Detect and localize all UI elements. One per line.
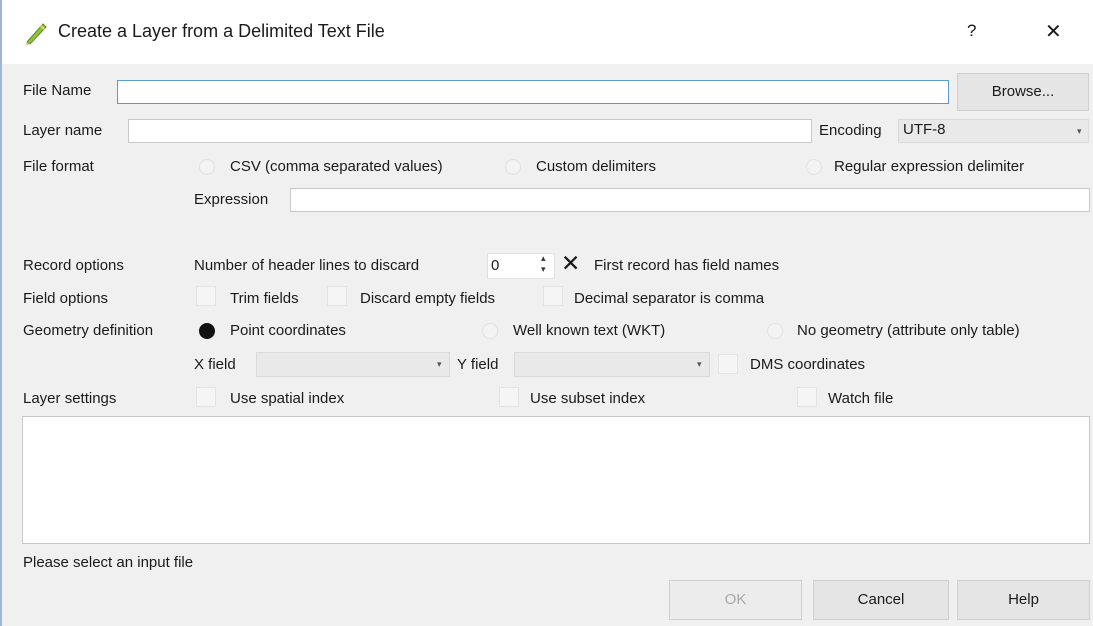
dialog-window: Create a Layer from a Delimited Text Fil… bbox=[0, 0, 1093, 626]
expression-label: Expression bbox=[194, 191, 269, 208]
x-field-select[interactable]: ▾ bbox=[256, 352, 450, 377]
custom-delimiters-label: Custom delimiters bbox=[536, 158, 657, 175]
decimal-comma-checkbox[interactable] bbox=[543, 286, 563, 306]
trim-fields-label: Trim fields bbox=[230, 290, 299, 307]
dms-coordinates-label: DMS coordinates bbox=[750, 356, 866, 373]
ok-button[interactable]: OK bbox=[669, 580, 802, 620]
watch-file-checkbox[interactable] bbox=[797, 387, 817, 407]
no-geometry-radio[interactable] bbox=[767, 323, 783, 339]
spin-down-icon[interactable]: ▾ bbox=[541, 264, 546, 275]
help-question-icon[interactable]: ? bbox=[967, 21, 976, 41]
discard-empty-checkbox[interactable] bbox=[327, 286, 347, 306]
file-name-label: File Name bbox=[23, 82, 92, 99]
no-geometry-label: No geometry (attribute only table) bbox=[797, 322, 1020, 339]
csv-radio[interactable] bbox=[199, 159, 215, 175]
csv-radio-label: CSV (comma separated values) bbox=[230, 158, 443, 175]
wkt-radio[interactable] bbox=[482, 323, 498, 339]
point-coordinates-label: Point coordinates bbox=[230, 322, 346, 339]
first-record-label: First record has field names bbox=[594, 257, 780, 274]
header-lines-value: 0 bbox=[491, 257, 500, 274]
help-button[interactable]: Help bbox=[957, 580, 1090, 620]
custom-delimiters-radio[interactable] bbox=[505, 159, 521, 175]
y-field-label: Y field bbox=[457, 356, 499, 373]
layer-name-input[interactable] bbox=[128, 119, 812, 143]
regex-delimiter-radio[interactable] bbox=[806, 159, 822, 175]
spatial-index-label: Use spatial index bbox=[230, 390, 345, 407]
chevron-down-icon: ▾ bbox=[437, 359, 442, 369]
geometry-definition-label: Geometry definition bbox=[23, 322, 154, 339]
title-bar: Create a Layer from a Delimited Text Fil… bbox=[2, 0, 1093, 64]
preview-panel[interactable] bbox=[22, 416, 1090, 544]
subset-index-label: Use subset index bbox=[530, 390, 646, 407]
encoding-select[interactable]: UTF-8 ▾ bbox=[898, 119, 1089, 143]
file-format-label: File format bbox=[23, 158, 94, 175]
first-record-checkbox[interactable]: ✕ bbox=[561, 250, 580, 276]
point-coordinates-radio[interactable] bbox=[199, 323, 215, 339]
qgis-pencil-icon bbox=[26, 23, 47, 45]
wkt-label: Well known text (WKT) bbox=[513, 322, 666, 339]
trim-fields-checkbox[interactable] bbox=[196, 286, 216, 306]
chevron-down-icon: ▾ bbox=[1077, 126, 1082, 136]
spatial-index-checkbox[interactable] bbox=[196, 387, 216, 407]
discard-empty-label: Discard empty fields bbox=[360, 290, 496, 307]
encoding-value: UTF-8 bbox=[903, 121, 946, 138]
cancel-button[interactable]: Cancel bbox=[813, 580, 949, 620]
header-lines-spinbox[interactable]: 0 ▴ ▾ bbox=[487, 253, 555, 279]
y-field-select[interactable]: ▾ bbox=[514, 352, 710, 377]
watch-file-label: Watch file bbox=[828, 390, 894, 407]
header-lines-label: Number of header lines to discard bbox=[194, 257, 420, 274]
expression-input[interactable] bbox=[290, 188, 1090, 212]
spin-up-icon[interactable]: ▴ bbox=[541, 253, 546, 264]
x-field-label: X field bbox=[194, 356, 236, 373]
encoding-label: Encoding bbox=[819, 122, 882, 139]
window-title: Create a Layer from a Delimited Text Fil… bbox=[58, 21, 385, 41]
decimal-comma-label: Decimal separator is comma bbox=[574, 290, 765, 307]
regex-delimiter-label: Regular expression delimiter bbox=[834, 158, 1025, 175]
record-options-label: Record options bbox=[23, 257, 124, 274]
browse-button[interactable]: Browse... bbox=[957, 73, 1089, 111]
file-name-input[interactable] bbox=[117, 80, 949, 104]
layer-settings-label: Layer settings bbox=[23, 390, 117, 407]
chevron-down-icon: ▾ bbox=[697, 359, 702, 369]
layer-name-label: Layer name bbox=[23, 122, 103, 139]
dms-coordinates-checkbox[interactable] bbox=[718, 354, 738, 374]
subset-index-checkbox[interactable] bbox=[499, 387, 519, 407]
status-message: Please select an input file bbox=[23, 554, 194, 571]
field-options-label: Field options bbox=[23, 290, 109, 307]
close-icon[interactable]: ✕ bbox=[1045, 19, 1062, 44]
